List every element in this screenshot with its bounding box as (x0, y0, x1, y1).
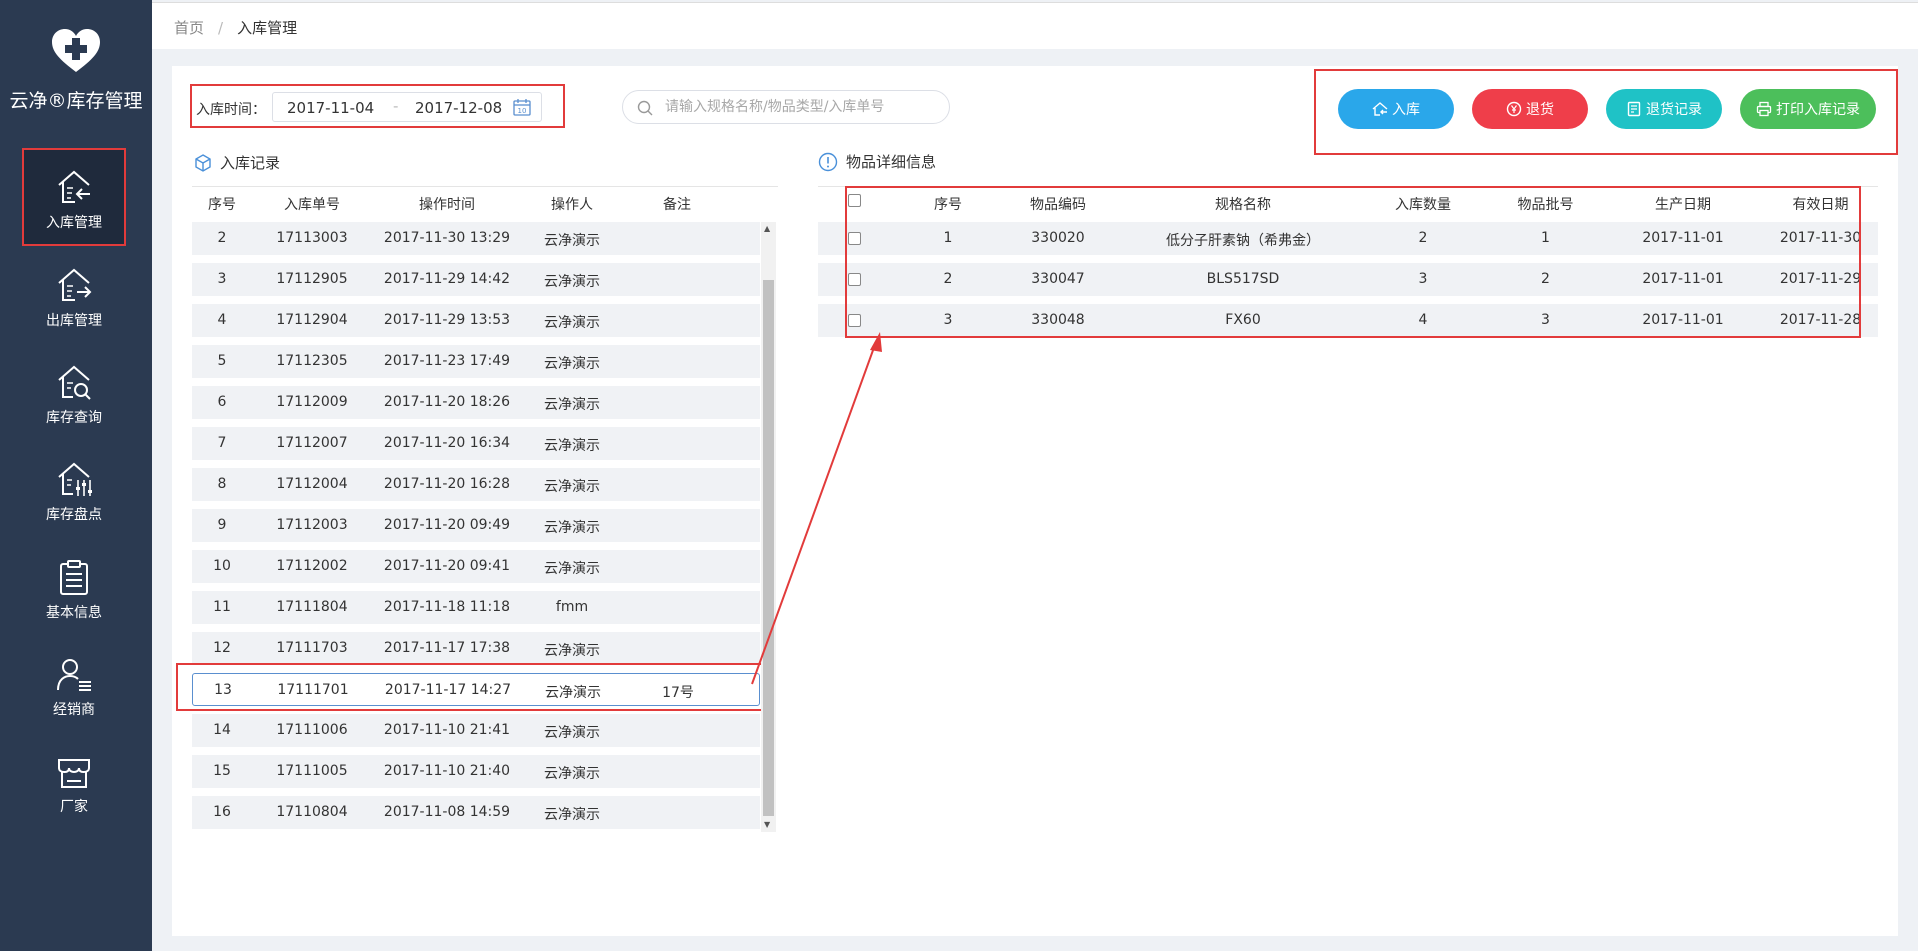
annotation-arrow (751, 332, 882, 685)
